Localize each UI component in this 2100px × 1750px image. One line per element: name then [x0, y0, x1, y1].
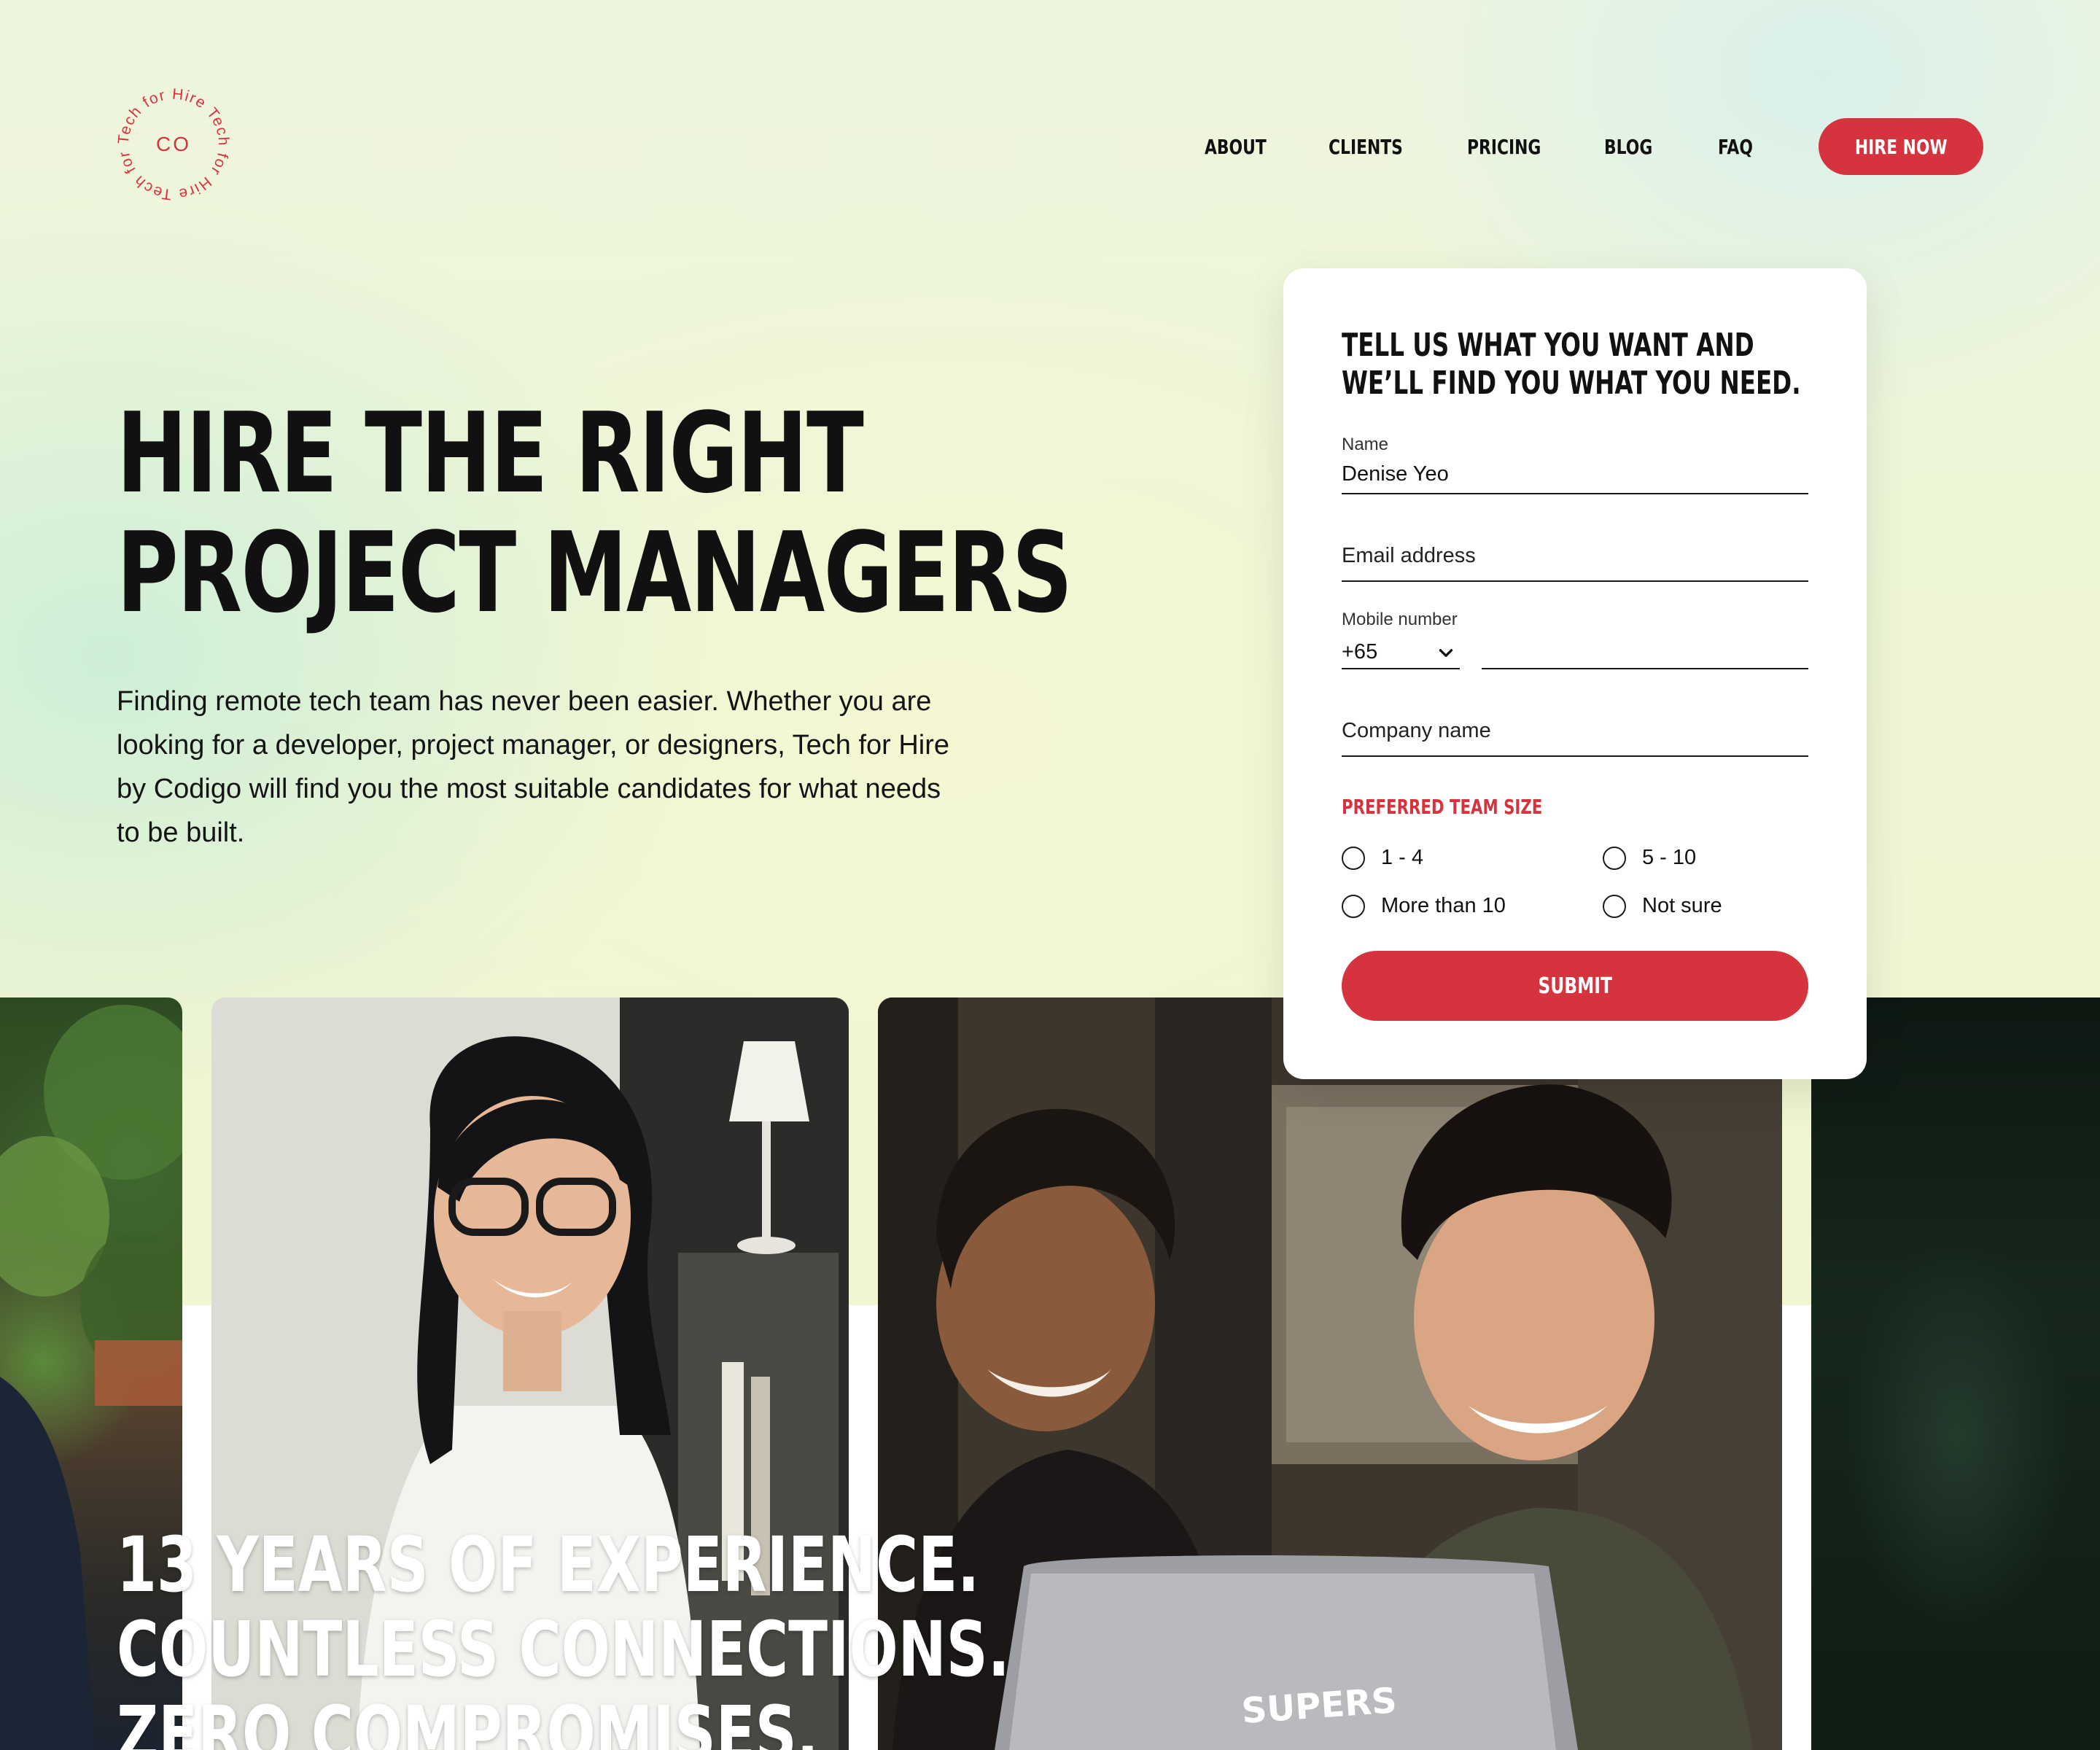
submit-label: SUBMIT	[1538, 973, 1612, 999]
radio-label-5-10: 5 - 10	[1642, 846, 1697, 869]
radio-not-sure[interactable]	[1603, 894, 1626, 918]
name-input[interactable]: Denise Yeo	[1342, 459, 1808, 489]
nav-faq[interactable]: FAQ	[1718, 125, 1753, 169]
team-size-title: PREFERRED TEAM SIZE	[1342, 795, 1543, 819]
radio-5-10[interactable]	[1603, 846, 1626, 870]
team-option-more-than-10[interactable]: More than 10	[1342, 894, 1506, 918]
main-nav: ABOUT CLIENTS PRICING BLOG FAQ	[0, 125, 2100, 169]
country-code-value: +65	[1342, 640, 1378, 664]
email-field[interactable]: Email address	[1342, 538, 1808, 582]
headline-line-1: HIRE THE RIGHT	[117, 389, 864, 518]
stats-line-1: 13 YEARS OF EXPERIENCE.	[117, 1520, 980, 1609]
hire-form-card: TELL US WHAT YOU WANT AND WE’LL FIND YOU…	[1283, 268, 1867, 1079]
chevron-down-icon	[1439, 649, 1453, 657]
photo-two-men-laptop: SUPERS	[878, 998, 1782, 1750]
radio-label-more-than-10: More than 10	[1381, 894, 1506, 917]
stats-line-3: ZERO COMPROMISES.	[117, 1689, 819, 1750]
team-option-5-10[interactable]: 5 - 10	[1603, 846, 1696, 870]
headline-line-2: PROJECT MANAGERS	[117, 508, 1073, 637]
team-option-not-sure[interactable]: Not sure	[1603, 894, 1722, 918]
nav-pricing[interactable]: PRICING	[1467, 125, 1541, 169]
name-label: Name	[1342, 435, 1389, 454]
nav-blog[interactable]: BLOG	[1604, 125, 1652, 169]
radio-1-4[interactable]	[1342, 846, 1365, 870]
form-title-line-2: WE’LL FIND YOU WHAT YOU NEED.	[1342, 365, 1801, 402]
photo-dark-foliage	[1811, 998, 2100, 1750]
hire-now-button[interactable]: HIRE NOW	[1819, 118, 1983, 175]
country-code-select[interactable]: +65	[1342, 637, 1460, 669]
form-title-line-1: TELL US WHAT YOU WANT AND	[1342, 327, 1754, 364]
company-field[interactable]: Company name	[1342, 713, 1808, 757]
nav-about[interactable]: ABOUT	[1205, 125, 1267, 169]
email-input[interactable]: Email address	[1342, 541, 1808, 570]
stats-line-2: COUNTLESS CONNECTIONS.	[117, 1605, 1010, 1694]
submit-button[interactable]: SUBMIT	[1342, 951, 1808, 1021]
form-title: TELL US WHAT YOU WANT AND WE’LL FIND YOU…	[1342, 327, 1827, 402]
radio-label-1-4: 1 - 4	[1381, 846, 1424, 869]
hire-now-label: HIRE NOW	[1854, 134, 1948, 159]
nav-clients[interactable]: CLIENTS	[1329, 125, 1403, 169]
name-field[interactable]: Name Denise Yeo	[1342, 435, 1808, 494]
stats-tagline: 13 YEARS OF EXPERIENCE. COUNTLESS CONNEC…	[117, 1520, 1010, 1750]
radio-label-not-sure: Not sure	[1642, 894, 1722, 917]
radio-more-than-10[interactable]	[1342, 894, 1365, 918]
team-option-1-4[interactable]: 1 - 4	[1342, 846, 1423, 870]
mobile-label: Mobile number	[1342, 610, 1458, 629]
intro-paragraph: Finding remote tech team has never been …	[117, 686, 950, 848]
page-title: HIRE THE RIGHT PROJECT MANAGERS	[117, 389, 1073, 637]
company-input[interactable]: Company name	[1342, 716, 1808, 745]
mobile-number-input[interactable]	[1482, 637, 1808, 669]
